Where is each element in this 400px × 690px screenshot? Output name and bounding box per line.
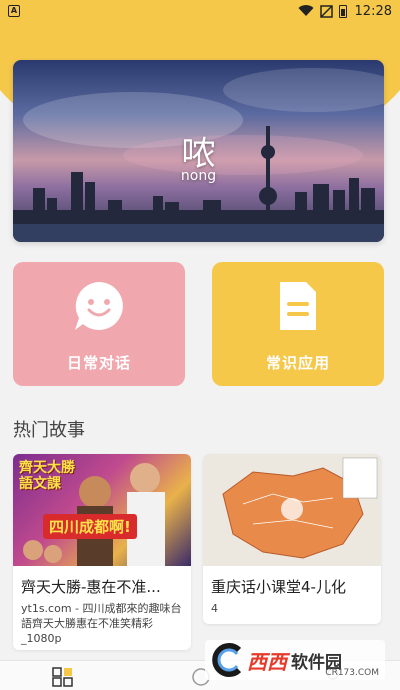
play-icon[interactable] (281, 498, 303, 520)
story-title: 重庆话小课堂4-儿化 (211, 578, 346, 596)
story-title: 齊天大勝-惠在不准... (21, 578, 161, 596)
story-description: yt1s.com - 四川成都來的趣味台語齊天大勝惠在不准笑精彩_1080p (21, 602, 182, 645)
status-bar: A 12:28 (0, 0, 400, 22)
no-signal-icon (319, 4, 333, 18)
section-title: 热门故事 (13, 420, 85, 441)
watermark-logo: 西西 软件园 CR173.COM (205, 640, 385, 680)
status-icons: 12:28 (298, 4, 392, 19)
story-description: 4 (211, 602, 218, 615)
watermark-c-icon (212, 643, 242, 677)
clock-time: 12:28 (354, 3, 392, 19)
daily-conversation-button[interactable]: 日常对话 (13, 262, 185, 386)
common-knowledge-button[interactable]: 常识应用 (212, 262, 384, 386)
chat-smile-icon (75, 282, 123, 330)
wifi-icon (298, 5, 314, 17)
battery-icon (338, 4, 347, 18)
thumbnail-banner: 四川成都啊! (43, 514, 137, 539)
home-grid-icon[interactable] (52, 667, 74, 687)
watermark-url: CR173.COM (325, 668, 379, 678)
hero-banner[interactable]: 哝 nong (13, 60, 384, 242)
thumbnail-caption-top: 齊天大勝 語文課 (19, 460, 75, 492)
hero-pinyin: nong (180, 168, 217, 184)
story-card[interactable]: 齊天大勝 語文課 四川成都啊! 齊天大勝-惠在不准... yt1s.com - 四… (13, 454, 191, 650)
story-card[interactable]: 重庆话小课堂4-儿化 4 (203, 454, 381, 624)
document-icon (280, 282, 316, 330)
story-thumbnail: 齊天大勝 語文課 四川成都啊! (13, 454, 191, 566)
common-knowledge-label: 常识应用 (265, 354, 330, 372)
app-notification-icon: A (8, 5, 20, 17)
daily-conversation-label: 日常对话 (66, 354, 131, 372)
watermark-brand: 西西 (247, 649, 287, 674)
story-thumbnail (203, 454, 381, 566)
